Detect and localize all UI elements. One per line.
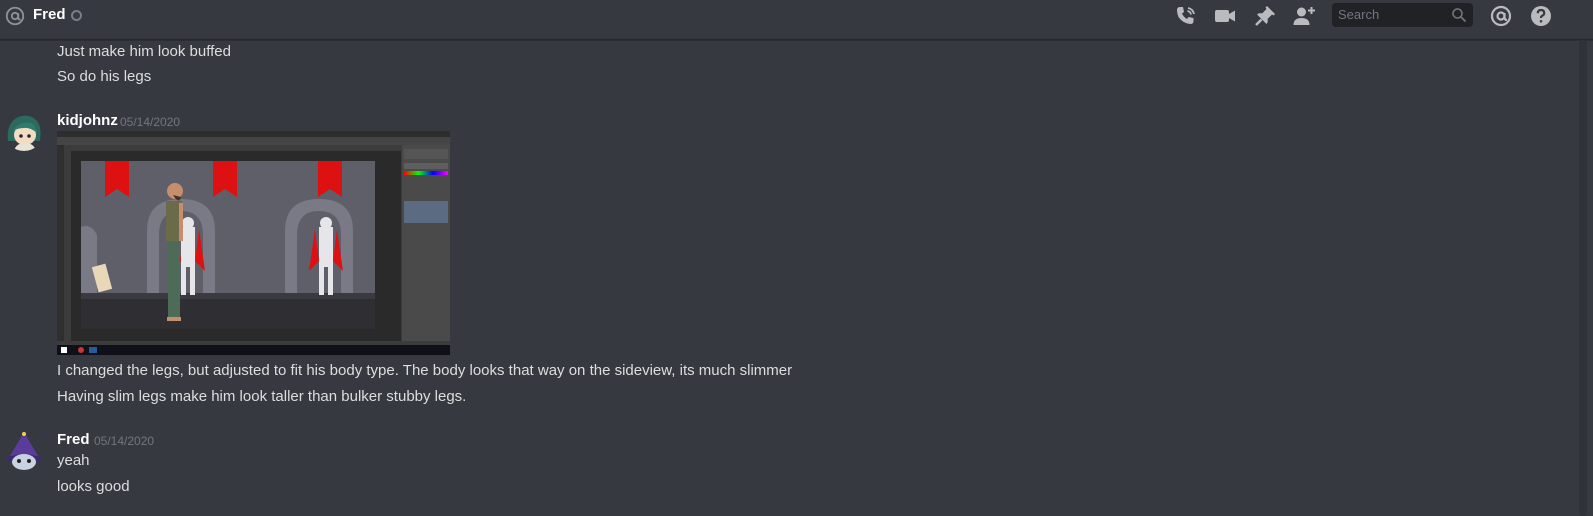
avatar[interactable]: [4, 430, 44, 470]
message-line: Just make him look buffed: [57, 43, 231, 60]
message-line: Having slim legs make him look taller th…: [57, 388, 467, 405]
message-line: So do his legs: [57, 68, 152, 85]
photoshop-screenshot-image: [57, 131, 450, 355]
timestamp: 05/14/2020: [94, 434, 155, 448]
message-line: yeah: [57, 452, 90, 469]
username[interactable]: Fred: [57, 431, 90, 448]
scrollbar[interactable]: [1579, 40, 1587, 516]
video-icon[interactable]: [1213, 4, 1237, 28]
channel-header: Fred Search: [0, 0, 1593, 40]
channel-name: Fred: [33, 6, 66, 23]
timestamp: 05/14/2020: [120, 115, 181, 129]
add-friend-icon[interactable]: [1292, 4, 1316, 28]
phone-call-icon[interactable]: [1174, 4, 1198, 28]
pin-icon[interactable]: [1253, 4, 1277, 28]
image-attachment[interactable]: [57, 131, 450, 355]
search-input[interactable]: Search: [1332, 3, 1473, 27]
at-icon: [5, 6, 25, 26]
search-placeholder: Search: [1338, 7, 1380, 22]
mentions-icon[interactable]: [1489, 4, 1513, 28]
avatar[interactable]: [4, 111, 44, 151]
help-icon[interactable]: [1529, 4, 1553, 28]
message-line: looks good: [57, 478, 130, 495]
username[interactable]: kidjohnz: [57, 112, 118, 129]
search-icon: [1452, 8, 1467, 23]
message-line: I changed the legs, but adjusted to fit …: [57, 362, 793, 379]
status-offline-icon: [71, 10, 82, 21]
